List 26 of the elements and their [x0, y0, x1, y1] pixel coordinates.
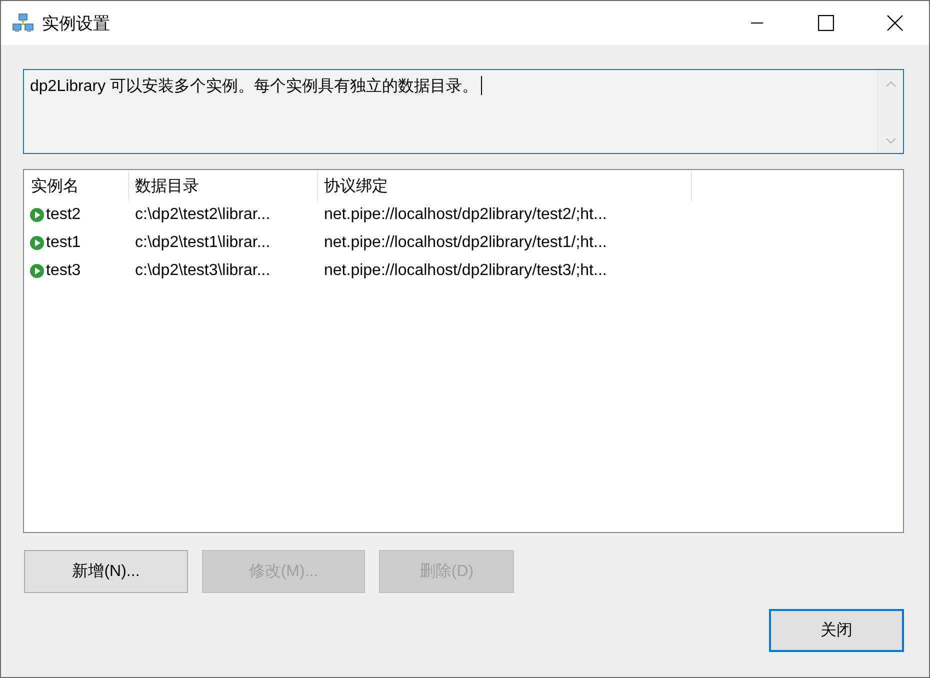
table-cell-text: c:\dp2\test2\librar... [134, 205, 272, 225]
network-computers-icon [12, 13, 34, 33]
play-status-icon [30, 236, 44, 250]
table-cell-text: net.pipe://localhost/dp2library/test3/;ht... [323, 261, 608, 281]
table-cell-text: c:\dp2\test3\librar... [134, 261, 272, 281]
action-button[interactable]: 新增(N)... [24, 550, 188, 593]
minimize-icon [750, 22, 762, 24]
column-header[interactable]: 数据目录 [129, 171, 318, 201]
column-header[interactable]: 实例名 [25, 171, 129, 201]
window-title: 实例设置 [42, 12, 110, 34]
scroll-up-icon[interactable] [886, 81, 896, 87]
text-caret [481, 76, 482, 95]
table-cell-text: net.pipe://localhost/dp2library/test1/;ht... [323, 233, 608, 253]
instance-name: test1 [46, 233, 81, 253]
maximize-icon [818, 15, 834, 31]
instance-name: test2 [46, 205, 81, 225]
instance-name: test3 [46, 261, 81, 281]
scroll-down-icon[interactable] [886, 138, 896, 144]
play-status-icon [30, 208, 44, 222]
play-status-icon [30, 264, 44, 278]
table-cell-text: net.pipe://localhost/dp2library/test2/;ht... [323, 205, 608, 225]
table-cell-text: c:\dp2\test1\librar... [134, 233, 272, 253]
close-dialog-button[interactable]: 关闭 [769, 609, 904, 652]
description-field[interactable]: dp2Library 可以安装多个实例。每个实例具有独立的数据目录。 [23, 69, 904, 154]
column-header[interactable]: 协议绑定 [318, 171, 692, 201]
close-icon [886, 15, 902, 31]
